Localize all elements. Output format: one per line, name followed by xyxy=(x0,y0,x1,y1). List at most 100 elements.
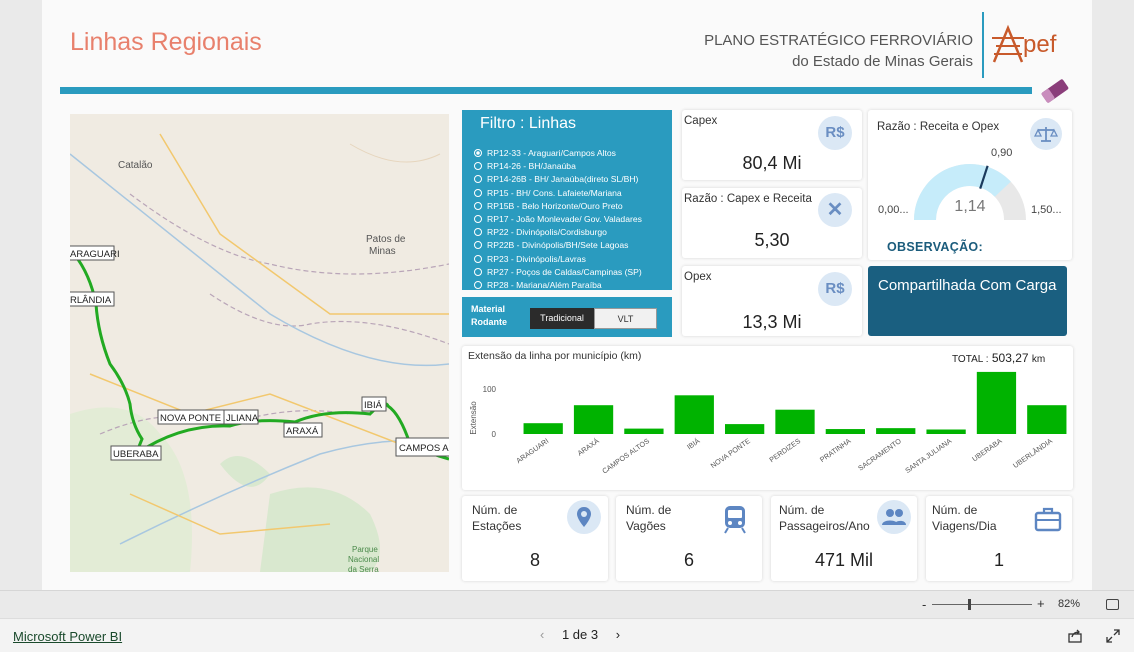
radio-icon[interactable] xyxy=(474,281,482,290)
filter-item[interactable]: RP23 - Divinópolis/Lavras xyxy=(474,253,642,266)
y-tick-label: 100 xyxy=(483,385,497,394)
brand-text: PLANO ESTRATÉGICO FERROVIÁRIO do Estado … xyxy=(704,30,973,72)
estacoes-value: 8 xyxy=(529,550,540,570)
radio-icon[interactable] xyxy=(474,175,482,184)
fit-to-page-icon[interactable] xyxy=(1106,599,1119,610)
bar[interactable] xyxy=(876,428,916,434)
gauge-min: 0,00... xyxy=(878,204,909,216)
x-tick-label: UBERLÂNDIA xyxy=(1011,436,1054,470)
bar[interactable] xyxy=(573,405,614,434)
observacao-box: Compartilhada Com Carga xyxy=(868,266,1067,336)
page-title: Linhas Regionais xyxy=(70,28,262,56)
gauge-value: 1,14 xyxy=(954,198,986,215)
brand-line-1: PLANO ESTRATÉGICO FERROVIÁRIO xyxy=(704,32,973,49)
station-label-araxa: ARAXÁ xyxy=(286,426,319,437)
material-option-tradicional[interactable]: Tradicional xyxy=(530,308,594,329)
station-label-uberaba: UBERABA xyxy=(113,449,159,460)
bar[interactable] xyxy=(724,424,765,434)
zoom-out-button[interactable]: - xyxy=(922,597,926,612)
x-tick-label: NOVA PONTE xyxy=(709,436,752,470)
filter-item[interactable]: RP22 - Divinópolis/Cordisburgo xyxy=(474,226,642,239)
report-canvas: Linhas Regionais PLANO ESTRATÉGICO FERRO… xyxy=(0,0,1134,590)
train-icon xyxy=(722,504,748,539)
capex-card: Capex R$ 80,4 Mi xyxy=(682,110,862,180)
footer-bar: Microsoft Power BI ‹ 1 de 3 › xyxy=(0,618,1134,652)
filter-item[interactable]: RP15 - BH/ Cons. Lafaiete/Mariana xyxy=(474,187,642,200)
vagoes-card: Núm. de Vagões 6 xyxy=(616,496,762,581)
fullscreen-icon[interactable] xyxy=(1105,628,1121,649)
zoom-bar: - + 82% xyxy=(0,590,1134,618)
zoom-slider-handle[interactable] xyxy=(968,599,971,610)
razao-capex-receita-card: Razão : Capex e Receita ✕ 5,30 xyxy=(682,188,862,258)
bar[interactable] xyxy=(926,429,966,435)
bar[interactable] xyxy=(523,423,563,434)
passageiros-label: Núm. de Passageiros/Ano xyxy=(779,503,870,533)
header-accent-bar xyxy=(60,87,1032,94)
radio-icon[interactable] xyxy=(474,254,482,263)
viagens-card: Núm. de Viagens/Dia 1 xyxy=(926,496,1072,581)
gauge-target: 0,90 xyxy=(991,147,1013,159)
zoom-level: 82% xyxy=(1058,598,1081,610)
zoom-slider-track[interactable] xyxy=(932,604,1032,605)
next-page-icon[interactable]: › xyxy=(616,627,620,642)
zoom-in-button[interactable]: + xyxy=(1037,596,1045,611)
vagoes-value: 6 xyxy=(683,550,694,570)
x-tick-label: PERDIZES xyxy=(768,436,803,464)
razao-capex-value: 5,30 xyxy=(754,230,790,250)
map-label-parque: Parque Nacional da Serra xyxy=(348,545,379,572)
filter-item[interactable]: RP27 - Poços de Caldas/Campinas (SP) xyxy=(474,266,642,279)
eraser-icon[interactable] xyxy=(1038,76,1072,106)
bar[interactable] xyxy=(1027,405,1067,434)
briefcase-icon xyxy=(1034,506,1062,537)
radio-selected-icon[interactable] xyxy=(474,149,482,157)
bar[interactable] xyxy=(624,428,664,434)
x-tick-label: SANTA JULIANA xyxy=(903,436,953,475)
gauge-chart xyxy=(914,164,1026,221)
bar[interactable] xyxy=(775,409,815,434)
radio-icon[interactable] xyxy=(474,162,482,171)
passageiros-card: Núm. de Passageiros/Ano 471 Mil xyxy=(771,496,917,581)
station-label-ibia: IBIÁ xyxy=(364,400,383,411)
radio-icon[interactable] xyxy=(474,201,482,210)
capex-label: Capex xyxy=(684,115,718,127)
x-tick-label: IBIÁ xyxy=(685,436,701,451)
razao-capex-label: Razão : Capex e Receita xyxy=(684,193,812,205)
brand-divider xyxy=(982,12,984,78)
filter-item[interactable]: RP14-26B - BH/ Janaúba(direto SL/BH) xyxy=(474,173,642,186)
filter-item[interactable]: RP28 - Mariana/Além Paraíba xyxy=(474,279,642,292)
estacoes-label: Núm. de Estações xyxy=(472,503,522,533)
bar[interactable] xyxy=(825,429,866,434)
currency-icon: R$ xyxy=(818,116,852,150)
bar-chart: Extensão 0 100 ARAGUARI ARAXÁ CAMPOS ALTOS IB… xyxy=(469,371,1067,476)
filter-item[interactable]: RP14-26 - BH/Janaúba xyxy=(474,160,642,173)
share-icon[interactable] xyxy=(1067,628,1083,649)
radio-icon[interactable] xyxy=(474,188,482,197)
bar[interactable] xyxy=(674,395,714,434)
power-bi-link[interactable]: Microsoft Power BI xyxy=(13,629,122,644)
material-option-vlt[interactable]: VLT xyxy=(594,308,657,329)
prev-page-icon[interactable]: ‹ xyxy=(540,627,544,642)
location-pin-icon xyxy=(567,500,601,534)
radio-icon[interactable] xyxy=(474,215,482,224)
people-icon xyxy=(877,500,911,534)
station-label-santa-juliana: JLIANA xyxy=(226,413,259,424)
pef-logo: pef xyxy=(990,22,1070,66)
page-indicator: 1 de 3 xyxy=(561,627,599,642)
filter-item[interactable]: RP15B - Belo Horizonte/Ouro Preto xyxy=(474,200,642,213)
bar[interactable] xyxy=(976,371,1017,434)
filter-item[interactable]: RP22B - Divinópolis/BH/Sete Lagoas xyxy=(474,239,642,252)
brand-line-2: do Estado de Minas Gerais xyxy=(792,53,973,70)
route-map[interactable]: Catalão Patos de Minas Parque Nacional da S… xyxy=(70,114,449,572)
map-label-catalao: Catalão xyxy=(118,160,153,171)
filter-item[interactable]: RP17 - João Monlevade/ Gov. Valadares xyxy=(474,213,642,226)
opex-card: Opex R$ 13,3 Mi xyxy=(682,266,862,336)
radio-icon[interactable] xyxy=(474,228,482,237)
x-tick-label: SACRAMENTO xyxy=(856,436,903,473)
filter-list: RP12-33 - Araguari/Campos Altos RP14-26 … xyxy=(474,147,642,292)
gauge-max: 1,50... xyxy=(1031,204,1062,216)
station-label-araguari: ARAGUARI xyxy=(70,249,120,260)
radio-icon[interactable] xyxy=(474,241,482,250)
filter-title: Filtro : Linhas xyxy=(480,115,577,132)
radio-icon[interactable] xyxy=(474,267,482,276)
filter-item[interactable]: RP12-33 - Araguari/Campos Altos xyxy=(474,147,642,160)
